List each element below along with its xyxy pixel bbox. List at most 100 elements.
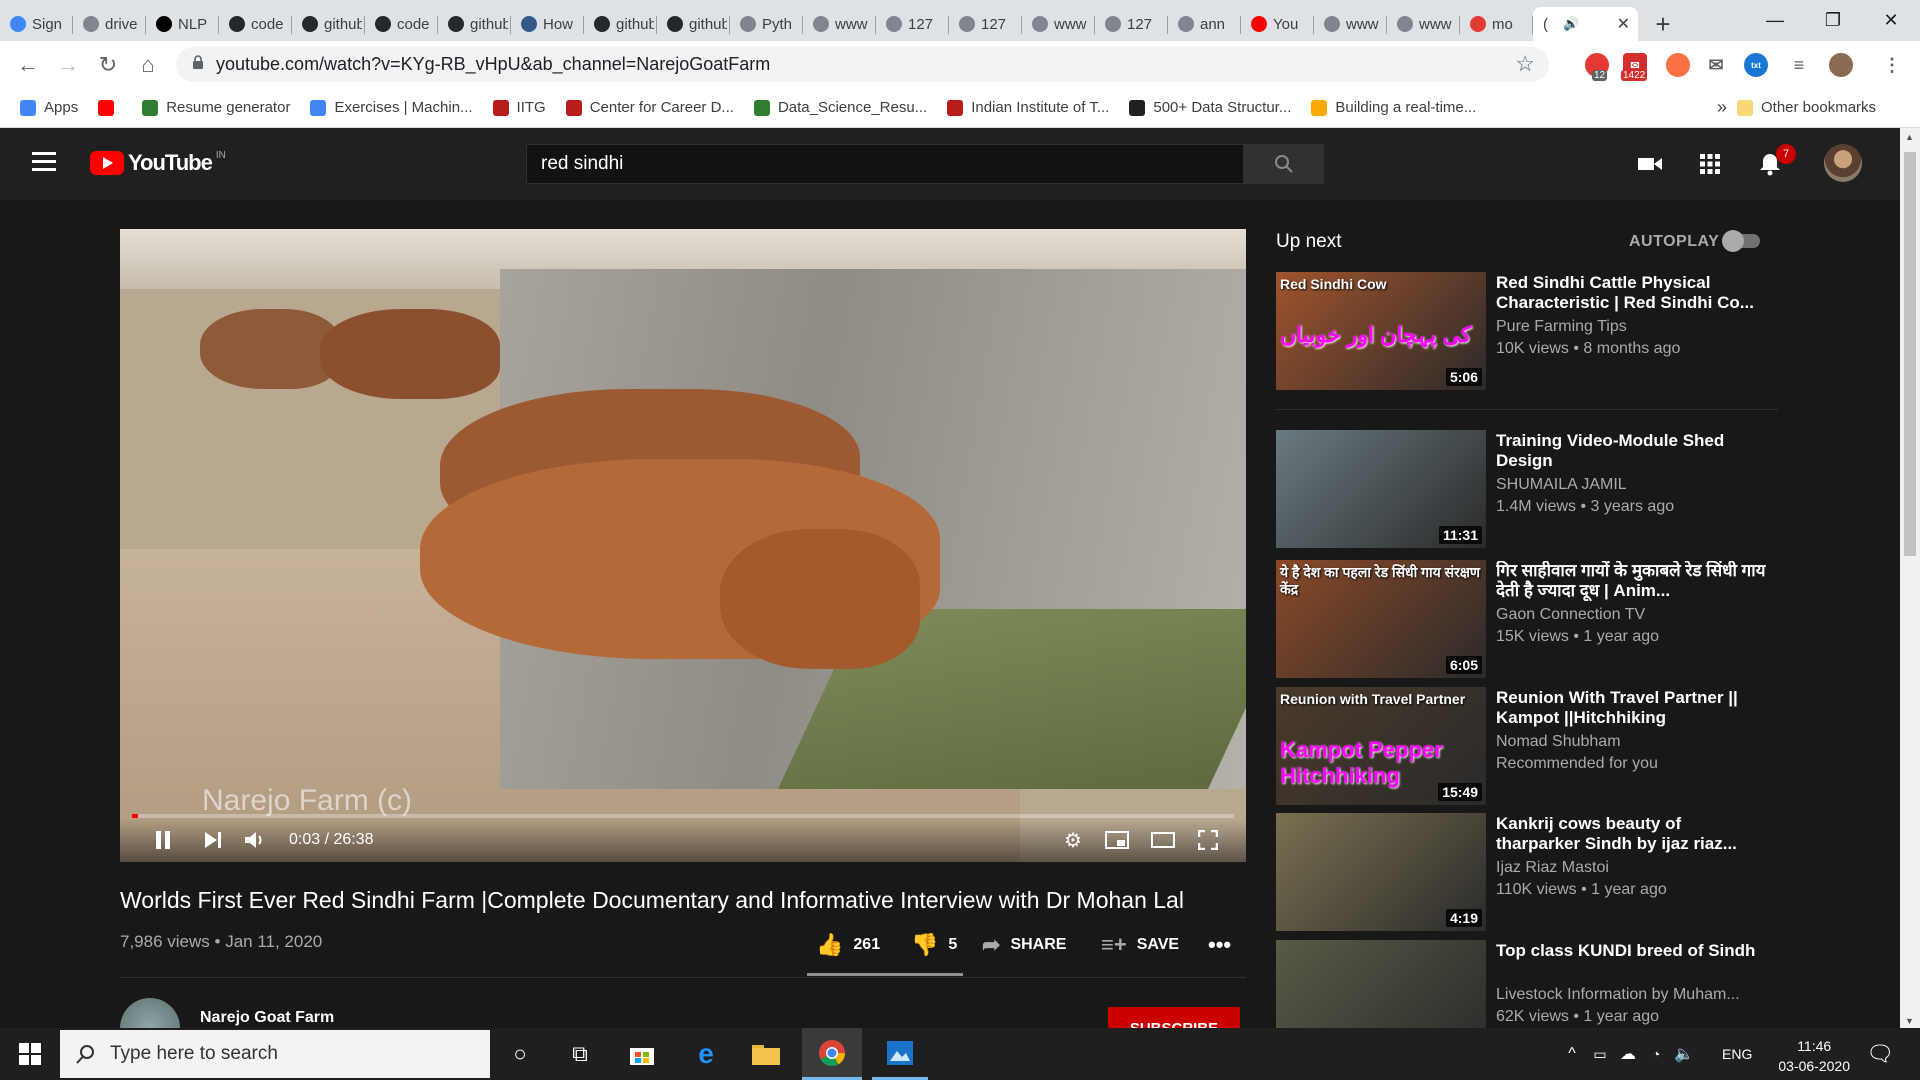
browser-tab[interactable]: How [511,7,584,41]
fullscreen-icon[interactable] [1193,825,1223,855]
browser-tab[interactable]: ann [1168,7,1241,41]
video-thumbnail[interactable]: Reunion with Travel Partner Kampot Pepper… [1276,687,1486,805]
video-progress-bar[interactable] [132,814,1234,818]
like-button[interactable]: 👍 261 [816,932,880,958]
browser-tab[interactable]: github [292,7,365,41]
browser-tab[interactable]: mo [1460,7,1533,41]
recommended-video[interactable]: Red Sindhi Cow کی پہچان اور خوبیاں 5:06 Red… [1276,272,1778,390]
store-icon[interactable] [624,1036,660,1072]
browser-tab[interactable]: code [219,7,292,41]
recommended-video-channel[interactable]: Pure Farming Tips [1496,318,1766,336]
browser-tab[interactable]: github [657,7,730,41]
browser-tab[interactable]: code [365,7,438,41]
browser-tab[interactable]: www [803,7,876,41]
youtube-logo[interactable]: YouTube IN [90,150,226,176]
bookmark-star-icon[interactable]: ☆ [1515,51,1535,77]
edge-icon[interactable]: e [688,1036,724,1072]
speaker-icon[interactable]: 🔊 [1563,16,1579,32]
close-tab-icon[interactable]: ✕ [1617,14,1630,34]
search-button[interactable] [1244,144,1324,184]
browser-tab[interactable]: NLP [146,7,219,41]
bookmark-item[interactable] [98,99,122,116]
menu-icon[interactable] [32,152,56,172]
miniplayer-icon[interactable] [1102,825,1132,855]
browser-tab[interactable]: You [1241,7,1314,41]
recommended-video-title[interactable]: गिर साहीवाल गायों के मुकाबले रेड सिंधी ग… [1496,561,1766,601]
browser-tab[interactable]: 127 [1095,7,1168,41]
browser-tab[interactable]: drive [73,7,146,41]
browser-tab[interactable]: www [1022,7,1095,41]
browser-tab[interactable]: github [438,7,511,41]
recommended-video[interactable]: 11:31 Training Video-Module Shed Design SH… [1276,430,1778,548]
extension-orange-icon[interactable] [1666,53,1690,77]
settings-gear-icon[interactable]: ⚙ [1058,825,1088,855]
bookmark-item[interactable]: Data_Science_Resu... [753,99,927,116]
language-indicator[interactable]: ENG [1722,1046,1752,1062]
forward-button[interactable]: → [52,49,84,81]
recommended-video[interactable]: ये है देश का पहला रेड सिंधी गाय संरक्षण … [1276,560,1778,678]
browser-tab[interactable]: github [584,7,657,41]
browser-tab[interactable]: Sign [0,7,73,41]
address-bar[interactable]: youtube.com/watch?v=KYg-RB_vHpU&ab_chann… [176,47,1549,82]
bookmark-item[interactable]: Center for Career D... [565,99,734,116]
pause-icon[interactable] [148,825,178,855]
onedrive-cloud-icon[interactable]: ☁ [1616,1036,1640,1072]
volume-icon[interactable] [240,825,270,855]
apps-grid-icon[interactable] [1696,150,1724,178]
create-video-icon[interactable] [1636,150,1664,178]
photos-icon[interactable] [872,1028,928,1080]
recommended-video-title[interactable]: Red Sindhi Cattle Physical Characteristi… [1496,273,1766,313]
recommended-video-channel[interactable]: Livestock Information by Muham... [1496,986,1766,1004]
recommended-video-title[interactable]: Training Video-Module Shed Design [1496,431,1766,471]
other-bookmarks[interactable]: Other bookmarks [1737,99,1876,116]
video-player[interactable]: Narejo Farm (c) 0:03 / 26:38 ⚙ [120,229,1246,862]
video-thumbnail[interactable]: 11:31 [1276,430,1486,548]
browser-tab[interactable]: www [1314,7,1387,41]
mail-icon[interactable]: ✉ [1704,53,1728,77]
volume-icon[interactable]: 🔈 [1672,1036,1696,1072]
scroll-down-icon[interactable]: ▼ [1905,1016,1914,1026]
recommended-video-title[interactable]: Top class KUNDI breed of Sindh [1496,941,1766,961]
close-window-button[interactable]: ✕ [1862,0,1920,40]
browser-tab[interactable]: 127 [949,7,1022,41]
recommended-video-channel[interactable]: SHUMAILA JAMIL [1496,476,1766,494]
start-button[interactable] [0,1028,60,1080]
scrollbar-thumb[interactable] [1904,152,1916,556]
recommended-video-title[interactable]: Kankrij cows beauty of tharparker Sindh … [1496,814,1766,854]
autoplay-toggle[interactable] [1722,230,1760,252]
video-thumbnail[interactable]: 4:19 [1276,813,1486,931]
page-scrollbar[interactable]: ▲ ▼ [1900,128,1920,1028]
browser-tab[interactable]: www [1387,7,1460,41]
recommended-video-channel[interactable]: Gaon Connection TV [1496,606,1766,624]
maximize-button[interactable]: ❐ [1804,0,1862,40]
action-center-icon[interactable]: 🗨 [1862,1036,1898,1072]
menu-kebab-icon[interactable]: ⋮ [1880,53,1904,77]
profile-avatar[interactable] [1829,53,1853,77]
bookmark-item[interactable]: Building a real-time... [1311,99,1476,116]
chrome-icon[interactable] [802,1028,862,1080]
minimize-button[interactable]: — [1746,0,1804,40]
media-queue-icon[interactable]: ≡ [1787,53,1811,77]
share-button[interactable]: ➦ SHARE [982,932,1066,958]
browser-tab[interactable]: Pyth [730,7,803,41]
save-button[interactable]: ≡+ SAVE [1101,932,1179,958]
bookmark-item[interactable]: Resume generator [142,99,290,116]
taskbar-search-input[interactable]: Type here to search [60,1030,490,1078]
video-thumbnail[interactable]: ये है देश का पहला रेड सिंधी गाय संरक्षण … [1276,560,1486,678]
recommended-video[interactable]: 4:19 Kankrij cows beauty of tharparker Si… [1276,813,1778,931]
home-button[interactable]: ⌂ [132,49,164,81]
dislike-button[interactable]: 👎 5 [911,932,957,958]
new-tab-button[interactable]: + [1646,7,1680,41]
battery-icon[interactable]: ▭ [1588,1036,1612,1072]
show-hidden-icons-chevron[interactable]: ^ [1560,1036,1584,1072]
channel-name[interactable]: Narejo Goat Farm [200,1009,334,1027]
browser-tab[interactable]: 127 [876,7,949,41]
video-thumbnail[interactable]: Red Sindhi Cow کی پہچان اور خوبیاں 5:06 [1276,272,1486,390]
theater-mode-icon[interactable] [1148,825,1178,855]
recommended-video-title[interactable]: Reunion With Travel Partner || Kampot ||… [1496,688,1766,728]
system-clock[interactable]: 11:46 03-06-2020 [1778,1036,1850,1076]
bookmark-item[interactable]: 500+ Data Structur... [1129,99,1291,116]
recommended-video-channel[interactable]: Ijaz Riaz Mastoi [1496,859,1766,877]
recommended-video-channel[interactable]: Nomad Shubham [1496,733,1766,751]
recommended-video[interactable]: Reunion with Travel Partner Kampot Pepper… [1276,687,1778,805]
